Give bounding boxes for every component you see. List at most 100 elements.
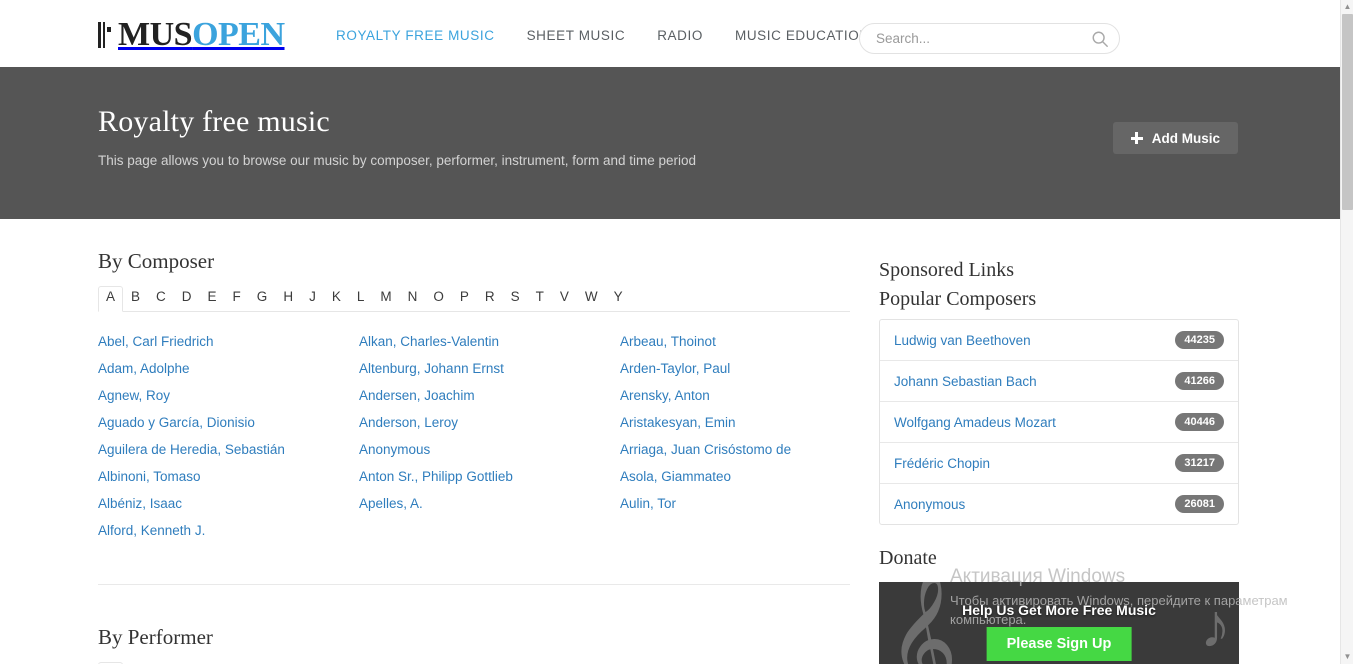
composer-link[interactable]: Altenburg, Johann Ernst xyxy=(359,361,620,376)
search-input[interactable] xyxy=(876,31,1091,46)
composer-link[interactable]: Aulin, Tor xyxy=(620,496,850,511)
scroll-up-arrow[interactable]: ▲ xyxy=(1341,0,1353,14)
logo-text-open: OPEN xyxy=(192,16,285,53)
composer-link[interactable]: Anton Sr., Philipp Gottlieb xyxy=(359,469,620,484)
nav-item-radio[interactable]: RADIO xyxy=(657,28,703,43)
search-icon[interactable] xyxy=(1091,30,1109,48)
composer-alphabet-tabs: ABCDEFGHJKLMNOPRSTVWY xyxy=(98,286,850,312)
section-divider xyxy=(98,583,850,585)
composer-alpha-letter-a[interactable]: A xyxy=(98,286,124,312)
page-subtitle: This page allows you to browse our music… xyxy=(98,153,697,168)
logo-text-mus: MUS xyxy=(118,16,193,53)
donate-banner[interactable]: 𝄞 ♪ Help Us Get More Free Music Please S… xyxy=(879,582,1239,664)
composer-link[interactable]: Alford, Kenneth J. xyxy=(98,523,359,538)
composer-link[interactable]: Abel, Carl Friedrich xyxy=(98,334,359,349)
add-music-button[interactable]: Add Music xyxy=(1112,122,1238,154)
composer-alpha-letter-y[interactable]: Y xyxy=(606,286,631,312)
composer-alpha-letter-e[interactable]: E xyxy=(200,286,225,312)
popular-composer-count-badge: 31217 xyxy=(1175,454,1224,472)
popular-composer-row[interactable]: Frédéric Chopin 31217 xyxy=(880,443,1238,484)
composer-alpha-letter-k[interactable]: K xyxy=(324,286,349,312)
sponsored-links-heading: Sponsored Links xyxy=(879,259,1014,281)
page-root: MUS OPEN ROYALTY FREE MUSIC SHEET MUSIC R… xyxy=(0,0,1353,664)
popular-composer-link[interactable]: Anonymous xyxy=(894,497,965,512)
popular-composer-count-badge: 40446 xyxy=(1175,413,1224,431)
popular-composer-link[interactable]: Ludwig van Beethoven xyxy=(894,333,1031,348)
by-composer-heading: By Composer xyxy=(98,249,215,273)
popular-composer-count-badge: 41266 xyxy=(1175,372,1224,390)
composer-link[interactable]: Anonymous xyxy=(359,442,620,457)
composer-alpha-letter-w[interactable]: W xyxy=(577,286,606,312)
composer-link[interactable]: Arriaga, Juan Crisóstomo de xyxy=(620,442,850,457)
by-performer-section: By Performer ABCDEFGHJKLMNOPQRSTUVWXYZ xyxy=(98,625,850,664)
plus-icon xyxy=(1130,132,1143,144)
nav-item-music-education[interactable]: MUSIC EDUCATION xyxy=(735,28,870,43)
composer-alpha-letter-n[interactable]: N xyxy=(400,286,426,312)
scroll-down-arrow[interactable]: ▼ xyxy=(1341,650,1353,664)
add-music-label: Add Music xyxy=(1151,130,1220,146)
composer-alpha-letter-f[interactable]: F xyxy=(225,286,249,312)
composer-alpha-letter-t[interactable]: T xyxy=(528,286,552,312)
by-composer-section: By Composer ABCDEFGHJKLMNOPRSTVWY Abel, … xyxy=(98,249,850,585)
composer-list: Abel, Carl Friedrich Adam, Adolphe Agnew, … xyxy=(98,326,850,550)
composer-column-2: Alkan, Charles-Valentin Altenburg, Johann… xyxy=(359,334,620,550)
composer-link[interactable]: Aguilera de Heredia, Sebastián xyxy=(98,442,359,457)
scrollbar-thumb[interactable] xyxy=(1342,14,1353,210)
popular-composer-row[interactable]: Anonymous 26081 xyxy=(880,484,1238,524)
popular-composer-link[interactable]: Johann Sebastian Bach xyxy=(894,374,1037,389)
composer-link[interactable]: Arden-Taylor, Paul xyxy=(620,361,850,376)
composer-link[interactable]: Albinoni, Tomaso xyxy=(98,469,359,484)
page-title: Royalty free music xyxy=(98,105,330,138)
composer-column-1: Abel, Carl Friedrich Adam, Adolphe Agnew, … xyxy=(98,334,359,550)
composer-alpha-letter-m[interactable]: M xyxy=(372,286,399,312)
search-box[interactable] xyxy=(859,23,1120,54)
composer-alpha-letter-r[interactable]: R xyxy=(477,286,503,312)
composer-column-3: Arbeau, Thoinot Arden-Taylor, Paul Arensky… xyxy=(620,334,850,550)
please-sign-up-button[interactable]: Please Sign Up xyxy=(986,627,1132,661)
composer-link[interactable]: Arbeau, Thoinot xyxy=(620,334,850,349)
composer-link[interactable]: Arensky, Anton xyxy=(620,388,850,403)
popular-composer-row[interactable]: Johann Sebastian Bach 41266 xyxy=(880,361,1238,402)
composer-alpha-letter-g[interactable]: G xyxy=(249,286,276,312)
site-logo[interactable]: MUS OPEN xyxy=(98,16,285,54)
top-navigation-bar: MUS OPEN ROYALTY FREE MUSIC SHEET MUSIC R… xyxy=(0,0,1340,67)
popular-composer-count-badge: 44235 xyxy=(1175,331,1224,349)
composer-alpha-letter-c[interactable]: C xyxy=(148,286,174,312)
nav-item-royalty-free-music[interactable]: ROYALTY FREE MUSIC xyxy=(336,28,495,43)
composer-alpha-letter-b[interactable]: B xyxy=(123,286,148,312)
hero-banner: Royalty free music This page allows you … xyxy=(0,67,1340,219)
composer-link[interactable]: Andersen, Joachim xyxy=(359,388,620,403)
popular-composers-heading: Popular Composers xyxy=(879,288,1037,310)
composer-alpha-letter-d[interactable]: D xyxy=(174,286,200,312)
by-performer-heading: By Performer xyxy=(98,624,213,649)
donate-headline: Help Us Get More Free Music xyxy=(962,602,1156,618)
composer-link[interactable]: Apelles, A. xyxy=(359,496,620,511)
composer-alpha-letter-v[interactable]: V xyxy=(552,286,577,312)
composer-alpha-letter-o[interactable]: O xyxy=(425,286,452,312)
music-note-icon-left: 𝄞 xyxy=(887,582,958,664)
popular-composer-row[interactable]: Wolfgang Amadeus Mozart 40446 xyxy=(880,402,1238,443)
page-scrollbar[interactable]: ▲ ▼ xyxy=(1340,0,1353,664)
composer-link[interactable]: Alkan, Charles-Valentin xyxy=(359,334,620,349)
composer-alpha-letter-s[interactable]: S xyxy=(503,286,528,312)
composer-link[interactable]: Aristakesyan, Emin xyxy=(620,415,850,430)
composer-alpha-letter-h[interactable]: H xyxy=(275,286,301,312)
composer-alpha-letter-p[interactable]: P xyxy=(452,286,477,312)
nav-item-sheet-music[interactable]: SHEET MUSIC xyxy=(527,28,626,43)
composer-link[interactable]: Asola, Giammateo xyxy=(620,469,850,484)
composer-alpha-letter-j[interactable]: J xyxy=(301,286,324,312)
donate-heading: Donate xyxy=(879,547,937,569)
composer-link[interactable]: Anderson, Leroy xyxy=(359,415,620,430)
composer-link[interactable]: Agnew, Roy xyxy=(98,388,359,403)
popular-composer-row[interactable]: Ludwig van Beethoven 44235 xyxy=(880,320,1238,361)
popular-composer-link[interactable]: Frédéric Chopin xyxy=(894,456,990,471)
composer-link[interactable]: Aguado y García, Dionisio xyxy=(98,415,359,430)
popular-composer-link[interactable]: Wolfgang Amadeus Mozart xyxy=(894,415,1056,430)
popular-composers-list: Ludwig van Beethoven 44235 Johann Sebastia… xyxy=(879,319,1239,525)
sidebar: Sponsored Links Popular Composers Ludwig… xyxy=(879,259,1239,664)
composer-alpha-letter-l[interactable]: L xyxy=(349,286,373,312)
composer-link[interactable]: Adam, Adolphe xyxy=(98,361,359,376)
logo-bars-icon xyxy=(98,22,111,48)
browse-column: By Composer ABCDEFGHJKLMNOPRSTVWY Abel, … xyxy=(98,249,850,664)
composer-link[interactable]: Albéniz, Isaac xyxy=(98,496,359,511)
